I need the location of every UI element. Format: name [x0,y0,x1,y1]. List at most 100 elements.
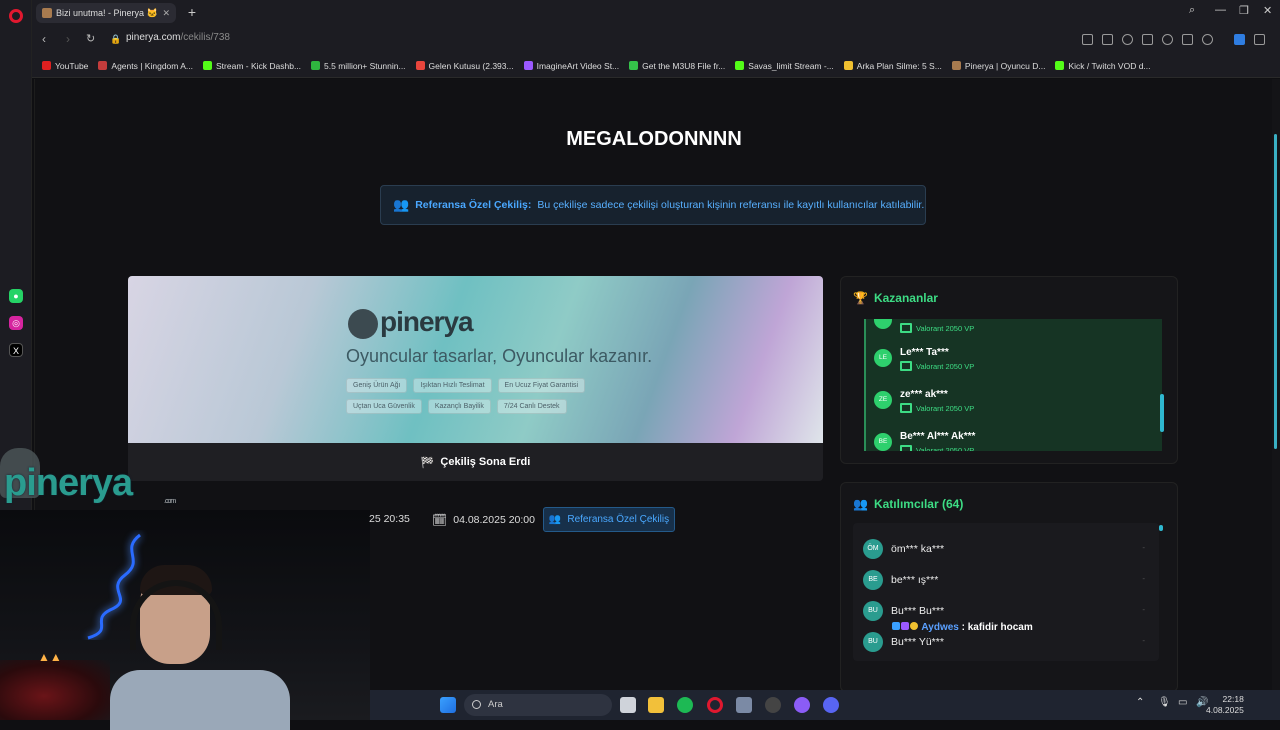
bookmark-label: Agents | Kingdom A... [111,60,193,71]
participant-dash: - [1142,636,1145,645]
system-clock[interactable]: 22:18 4.08.2025 [1206,694,1244,716]
participants-list[interactable]: ÖM öm*** ka*** - BE be*** ış*** - BU Bu*** Bu**… [853,523,1159,661]
maximize-icon[interactable]: ❐ [1239,4,1249,17]
stream-chat-message: Aydwes : kafidir hocam [892,622,1033,633]
chevron-up-icon[interactable]: ⌃ [1136,697,1152,713]
start-date-fragment: 25 20:35 [369,513,410,525]
bookmark-label: ImagineArt Video St... [536,60,620,71]
referral-notice: 👥 Referansa Özel Çekiliş: Bu çekilişe sa… [380,185,926,225]
participants-panel: 👥 Katılımcılar (64) ÖM öm*** ka*** - BE be**… [840,482,1178,692]
winners-list[interactable]: Valorant 2050 VP LE Le*** Ta*** Valorant 20… [864,319,1162,451]
extensions-icon[interactable] [1254,34,1265,45]
bookmark-item[interactable]: Savas_limit Stream -... [735,61,834,71]
camera-icon[interactable] [1102,34,1113,45]
heart-icon[interactable] [1162,34,1173,45]
profile-icon[interactable] [1202,34,1213,45]
winner-avatar: LE [874,349,892,367]
back-icon[interactable]: ‹ [42,32,46,46]
participant-avatar: BU [863,601,883,621]
menu-icon[interactable] [1182,34,1193,45]
taskbar-search[interactable]: Ara [464,694,612,716]
bookmark-item[interactable]: ImagineArt Video St... [523,60,620,71]
task-view-icon[interactable] [620,697,636,713]
bookmark-item[interactable]: Get the M3U8 File fr... [629,61,725,71]
candle-icon: ▲▲ [38,650,62,664]
referral-giveaway-button[interactable]: 👥 Referansa Özel Çekiliş [543,507,675,532]
bookmark-label: Savas_limit Stream -... [748,60,834,71]
stream-logo-overlay: pinerya .com [4,462,176,505]
bookmark-label: Get the M3U8 File fr... [642,60,726,71]
x-twitter-icon[interactable]: X [9,343,23,357]
bookmark-item[interactable]: Kick / Twitch VOD d... [1055,61,1151,71]
download-icon[interactable] [1234,34,1245,45]
discord-icon[interactable] [823,697,839,713]
chat-text: : kafidir hocam [961,622,1033,633]
bookmark-label: Arka Plan Silme: 5 S... [856,60,942,71]
bookmark-favicon-icon [42,61,51,70]
participants-scrollbar[interactable] [1159,525,1163,531]
close-tab-icon[interactable]: ✕ [162,3,170,23]
new-tab-button[interactable]: + [182,3,202,23]
badge-icon [901,622,909,630]
participant-item: BU Bu*** Yü*** - [863,632,1153,656]
microphone-icon[interactable]: 🎙 [1158,697,1174,713]
bookmark-item[interactable]: Gelen Kutusu (2.393... [415,61,514,71]
participant-name: öm*** ka*** [891,543,945,555]
page-scrollbar[interactable] [1272,79,1280,720]
gift-icon [900,403,912,413]
opera-logo-icon[interactable] [9,9,23,23]
gift-icon [900,445,912,451]
app-icon[interactable] [794,697,810,713]
scrollbar-thumb[interactable] [1274,134,1277,449]
url-path: /cekilis/738 [180,32,230,43]
url-field[interactable]: pinerya.com/cekilis/738 [126,32,230,43]
shield-icon[interactable] [1122,34,1133,45]
bookmark-item[interactable]: Stream - Kick Dashb... [203,61,301,71]
banner-feature-chip: 7/24 Canlı Destek [496,399,567,414]
bookmark-favicon-icon [629,61,639,70]
instagram-icon[interactable]: ◎ [9,316,23,330]
bookmark-item[interactable]: YouTube [42,61,88,71]
reload-icon[interactable]: ↻ [86,32,95,45]
checkered-flag-icon: 🏁 [420,456,435,469]
tab-title: Bizi unutma! - Pinerya 🐱 [56,8,158,18]
winner-prize: Valorant 2050 VP [900,323,974,333]
bookmark-item[interactable]: Agents | Kingdom A... [98,61,193,71]
bookmark-favicon-icon [843,61,853,70]
windows-start-icon[interactable] [440,697,456,713]
bookmark-favicon-icon [311,61,321,70]
tab-pinerya[interactable]: Bizi unutma! - Pinerya 🐱 ✕ [36,3,176,23]
banner-feature-chip: Uçtan Uca Güvenlik [346,399,422,414]
clock-time: 22:18 [1222,694,1244,704]
search-icon [472,700,481,709]
search-tabs-icon[interactable]: ⌕ [1189,4,1195,17]
bookmark-item[interactable]: Arka Plan Silme: 5 S... [843,60,942,71]
bookmark-label: Stream - Kick Dashb... [216,60,302,71]
close-window-icon[interactable]: ✕ [1263,4,1272,17]
minimize-icon[interactable]: — [1215,4,1226,16]
banner-tagline: Oyuncular tasarlar, Oyuncular kazanır. [346,346,653,366]
address-bar: ‹ › ↻ 🔒 pinerya.com/cekilis/738 [32,26,1280,54]
play-icon[interactable] [1142,34,1153,45]
app-icon[interactable] [736,697,752,713]
whatsapp-icon[interactable]: ● [9,289,23,303]
spotify-icon[interactable] [677,697,693,713]
winners-scrollbar[interactable] [1160,394,1164,432]
bookmark-favicon-icon [98,61,108,70]
bookmark-item[interactable]: 5.5 million+ Stunnin... [311,61,406,71]
file-explorer-icon[interactable] [648,697,664,713]
edit-icon[interactable] [1082,34,1093,45]
participant-item: ÖM öm*** ka*** - [863,539,1153,563]
forward-icon[interactable]: › [66,32,70,46]
bookmark-item[interactable]: Pinerya | Oyuncu D... [951,61,1045,71]
winner-name: ze*** ak*** [900,389,948,400]
obs-icon[interactable] [765,697,781,713]
webcam-overlay: ▲▲ [0,510,370,730]
page-title: MEGALODONNNN [566,128,742,150]
bookmark-label: 5.5 million+ Stunnin... [324,60,406,71]
end-date: 🗓 04.08.2025 20:00 [432,508,535,532]
participant-dash: - [1142,574,1145,583]
winner-avatar [874,319,892,329]
opera-icon[interactable] [707,697,723,713]
network-icon[interactable]: ▭ [1178,697,1194,713]
